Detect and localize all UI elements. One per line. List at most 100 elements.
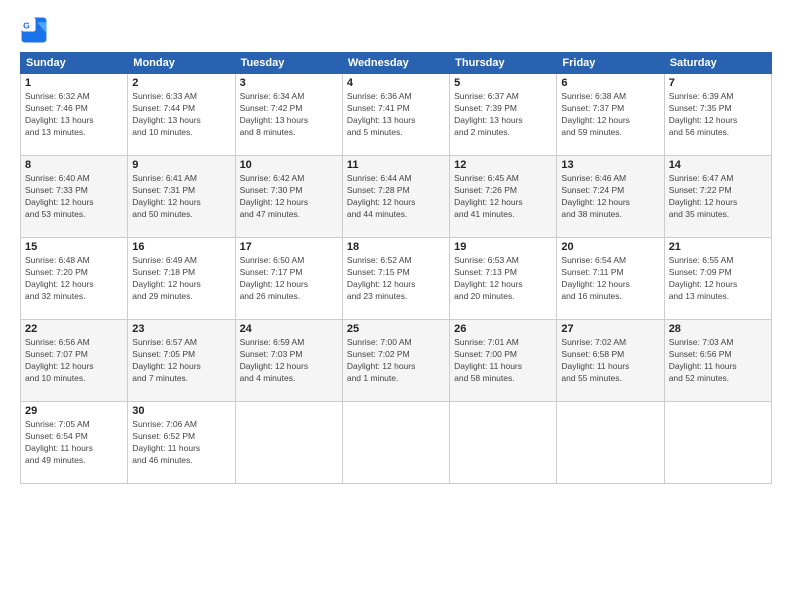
calendar-cell: 24 Sunrise: 6:59 AM Sunset: 7:03 PM Dayli… bbox=[235, 320, 342, 402]
calendar-week-row: 22Sunrise: 6:56 AM Sunset: 7:07 PM Dayli… bbox=[21, 320, 772, 402]
day-number: 25 bbox=[347, 323, 445, 335]
calendar-cell: 5Sunrise: 6:37 AM Sunset: 7:39 PM Daylig… bbox=[450, 74, 557, 156]
day-number: 14 bbox=[669, 159, 767, 171]
day-number: 29 bbox=[25, 405, 123, 417]
calendar-cell: 18 Sunrise: 6:52 AM Sunset: 7:15 PM Dayli… bbox=[342, 238, 449, 320]
day-info: Sunrise: 6:54 AM Sunset: 7:11 PM Dayligh… bbox=[561, 255, 659, 303]
day-number: 4 bbox=[347, 77, 445, 89]
day-info: Sunrise: 6:53 AM Sunset: 7:13 PM Dayligh… bbox=[454, 255, 552, 303]
day-number: 1 bbox=[25, 77, 123, 89]
logo-icon: G bbox=[20, 16, 48, 44]
day-info: Sunrise: 6:41 AM Sunset: 7:31 PM Dayligh… bbox=[132, 173, 230, 221]
day-number: 5 bbox=[454, 77, 552, 89]
day-info: Sunrise: 6:52 AM Sunset: 7:15 PM Dayligh… bbox=[347, 255, 445, 303]
calendar-cell: 27 Sunrise: 7:02 AM Sunset: 6:58 PM Dayli… bbox=[557, 320, 664, 402]
day-number: 8 bbox=[25, 159, 123, 171]
calendar-cell: 12Sunrise: 6:45 AM Sunset: 7:26 PM Dayli… bbox=[450, 156, 557, 238]
calendar-cell bbox=[235, 402, 342, 484]
day-number: 2 bbox=[132, 77, 230, 89]
day-info: Sunrise: 6:33 AM Sunset: 7:44 PM Dayligh… bbox=[132, 91, 230, 139]
day-number: 22 bbox=[25, 323, 123, 335]
day-info: Sunrise: 6:48 AM Sunset: 7:20 PM Dayligh… bbox=[25, 255, 123, 303]
day-number: 17 bbox=[240, 241, 338, 253]
calendar-cell: 16 Sunrise: 6:49 AM Sunset: 7:18 PM Dayli… bbox=[128, 238, 235, 320]
day-info: Sunrise: 6:34 AM Sunset: 7:42 PM Dayligh… bbox=[240, 91, 338, 139]
calendar-cell bbox=[450, 402, 557, 484]
calendar-cell: 13 Sunrise: 6:46 AM Sunset: 7:24 PM Dayli… bbox=[557, 156, 664, 238]
weekday-header-wednesday: Wednesday bbox=[342, 53, 449, 74]
day-number: 16 bbox=[132, 241, 230, 253]
weekday-header-thursday: Thursday bbox=[450, 53, 557, 74]
day-number: 20 bbox=[561, 241, 659, 253]
calendar-cell: 9 Sunrise: 6:41 AM Sunset: 7:31 PM Daylig… bbox=[128, 156, 235, 238]
calendar-header-row: SundayMondayTuesdayWednesdayThursdayFrid… bbox=[21, 53, 772, 74]
day-number: 10 bbox=[240, 159, 338, 171]
calendar-cell: 8 Sunrise: 6:40 AM Sunset: 7:33 PM Daylig… bbox=[21, 156, 128, 238]
calendar-cell bbox=[664, 402, 771, 484]
calendar-week-row: 29 Sunrise: 7:05 AM Sunset: 6:54 PM Dayli… bbox=[21, 402, 772, 484]
calendar-week-row: 8 Sunrise: 6:40 AM Sunset: 7:33 PM Daylig… bbox=[21, 156, 772, 238]
day-number: 3 bbox=[240, 77, 338, 89]
calendar-cell: 15 Sunrise: 6:48 AM Sunset: 7:20 PM Dayli… bbox=[21, 238, 128, 320]
day-info: Sunrise: 6:47 AM Sunset: 7:22 PM Dayligh… bbox=[669, 173, 767, 221]
calendar-cell: 25 Sunrise: 7:00 AM Sunset: 7:02 PM Dayli… bbox=[342, 320, 449, 402]
day-number: 21 bbox=[669, 241, 767, 253]
calendar-cell: 11Sunrise: 6:44 AM Sunset: 7:28 PM Dayli… bbox=[342, 156, 449, 238]
day-number: 23 bbox=[132, 323, 230, 335]
day-info: Sunrise: 6:46 AM Sunset: 7:24 PM Dayligh… bbox=[561, 173, 659, 221]
calendar-cell: 28Sunrise: 7:03 AM Sunset: 6:56 PM Dayli… bbox=[664, 320, 771, 402]
calendar-cell: 23 Sunrise: 6:57 AM Sunset: 7:05 PM Dayli… bbox=[128, 320, 235, 402]
weekday-header-saturday: Saturday bbox=[664, 53, 771, 74]
day-info: Sunrise: 6:50 AM Sunset: 7:17 PM Dayligh… bbox=[240, 255, 338, 303]
day-info: Sunrise: 6:42 AM Sunset: 7:30 PM Dayligh… bbox=[240, 173, 338, 221]
calendar-cell: 1 Sunrise: 6:32 AM Sunset: 7:46 PM Daylig… bbox=[21, 74, 128, 156]
day-number: 24 bbox=[240, 323, 338, 335]
day-number: 9 bbox=[132, 159, 230, 171]
calendar-cell bbox=[342, 402, 449, 484]
day-info: Sunrise: 6:40 AM Sunset: 7:33 PM Dayligh… bbox=[25, 173, 123, 221]
day-number: 6 bbox=[561, 77, 659, 89]
calendar-week-row: 1 Sunrise: 6:32 AM Sunset: 7:46 PM Daylig… bbox=[21, 74, 772, 156]
weekday-header-tuesday: Tuesday bbox=[235, 53, 342, 74]
day-number: 28 bbox=[669, 323, 767, 335]
day-info: Sunrise: 6:44 AM Sunset: 7:28 PM Dayligh… bbox=[347, 173, 445, 221]
calendar-cell: 21Sunrise: 6:55 AM Sunset: 7:09 PM Dayli… bbox=[664, 238, 771, 320]
day-number: 15 bbox=[25, 241, 123, 253]
day-info: Sunrise: 7:02 AM Sunset: 6:58 PM Dayligh… bbox=[561, 337, 659, 385]
day-info: Sunrise: 6:39 AM Sunset: 7:35 PM Dayligh… bbox=[669, 91, 767, 139]
day-info: Sunrise: 7:05 AM Sunset: 6:54 PM Dayligh… bbox=[25, 419, 123, 467]
day-info: Sunrise: 7:00 AM Sunset: 7:02 PM Dayligh… bbox=[347, 337, 445, 385]
weekday-header-friday: Friday bbox=[557, 53, 664, 74]
calendar-cell: 14 Sunrise: 6:47 AM Sunset: 7:22 PM Dayli… bbox=[664, 156, 771, 238]
day-info: Sunrise: 6:49 AM Sunset: 7:18 PM Dayligh… bbox=[132, 255, 230, 303]
calendar-cell: 3 Sunrise: 6:34 AM Sunset: 7:42 PM Daylig… bbox=[235, 74, 342, 156]
page-header: G bbox=[20, 16, 772, 44]
day-info: Sunrise: 6:57 AM Sunset: 7:05 PM Dayligh… bbox=[132, 337, 230, 385]
logo: G bbox=[20, 16, 52, 44]
day-info: Sunrise: 6:32 AM Sunset: 7:46 PM Dayligh… bbox=[25, 91, 123, 139]
calendar-cell: 19 Sunrise: 6:53 AM Sunset: 7:13 PM Dayli… bbox=[450, 238, 557, 320]
day-info: Sunrise: 7:06 AM Sunset: 6:52 PM Dayligh… bbox=[132, 419, 230, 467]
day-info: Sunrise: 6:59 AM Sunset: 7:03 PM Dayligh… bbox=[240, 337, 338, 385]
day-info: Sunrise: 6:38 AM Sunset: 7:37 PM Dayligh… bbox=[561, 91, 659, 139]
day-number: 7 bbox=[669, 77, 767, 89]
day-number: 26 bbox=[454, 323, 552, 335]
day-number: 27 bbox=[561, 323, 659, 335]
calendar-cell bbox=[557, 402, 664, 484]
calendar-week-row: 15 Sunrise: 6:48 AM Sunset: 7:20 PM Dayli… bbox=[21, 238, 772, 320]
calendar-page: G SundayMondayTuesdayWednesdayThursdayFr… bbox=[0, 0, 792, 612]
weekday-header-sunday: Sunday bbox=[21, 53, 128, 74]
calendar-cell: 20 Sunrise: 6:54 AM Sunset: 7:11 PM Dayli… bbox=[557, 238, 664, 320]
calendar-cell: 17 Sunrise: 6:50 AM Sunset: 7:17 PM Dayli… bbox=[235, 238, 342, 320]
day-number: 18 bbox=[347, 241, 445, 253]
day-number: 12 bbox=[454, 159, 552, 171]
day-number: 19 bbox=[454, 241, 552, 253]
calendar-cell: 7 Sunrise: 6:39 AM Sunset: 7:35 PM Daylig… bbox=[664, 74, 771, 156]
day-number: 13 bbox=[561, 159, 659, 171]
calendar-cell: 4 Sunrise: 6:36 AM Sunset: 7:41 PM Daylig… bbox=[342, 74, 449, 156]
day-info: Sunrise: 6:36 AM Sunset: 7:41 PM Dayligh… bbox=[347, 91, 445, 139]
day-info: Sunrise: 7:01 AM Sunset: 7:00 PM Dayligh… bbox=[454, 337, 552, 385]
calendar-cell: 10 Sunrise: 6:42 AM Sunset: 7:30 PM Dayli… bbox=[235, 156, 342, 238]
weekday-header-monday: Monday bbox=[128, 53, 235, 74]
calendar-cell: 30Sunrise: 7:06 AM Sunset: 6:52 PM Dayli… bbox=[128, 402, 235, 484]
